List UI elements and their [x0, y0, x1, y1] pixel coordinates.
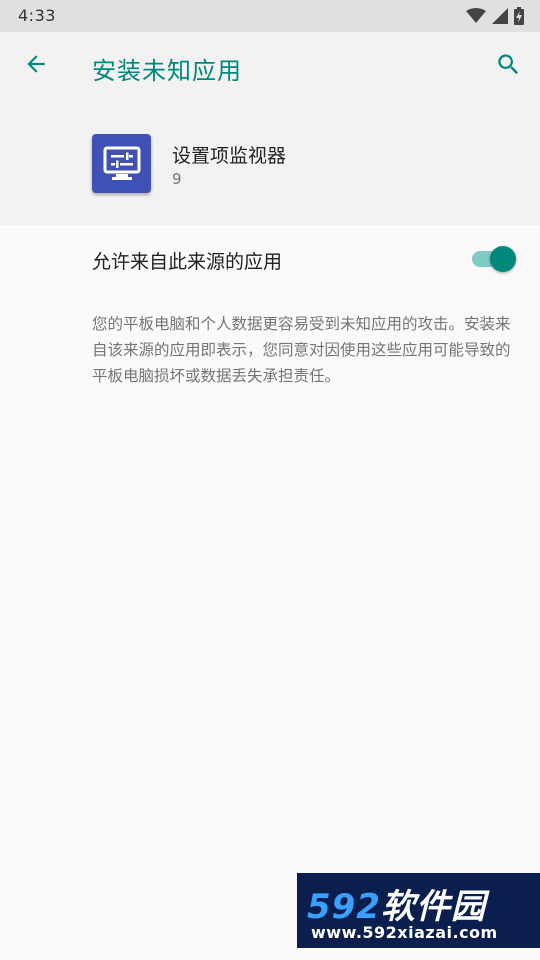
app-version: 9 [172, 170, 182, 188]
app-header: 设置项监视器 9 [0, 104, 540, 225]
toggle-thumb [490, 246, 516, 272]
back-button[interactable] [14, 44, 58, 88]
allow-unknown-sources-row[interactable]: 允许来自此来源的应用 [0, 225, 540, 295]
arrow-left-icon [23, 51, 49, 81]
search-button[interactable] [486, 44, 530, 88]
watermark-brand: 592软件园 [307, 879, 486, 928]
app-bar: 安装未知应用 [0, 32, 540, 104]
app-name: 设置项监视器 [172, 145, 287, 167]
wifi-icon [466, 8, 486, 24]
allow-unknown-sources-label: 允许来自此来源的应用 [92, 251, 283, 273]
search-icon [495, 51, 522, 82]
warning-summary: 您的平板电脑和个人数据更容易受到未知应用的攻击。安装来自该来源的应用即表示，您同… [92, 315, 511, 385]
allow-unknown-sources-toggle[interactable] [470, 245, 518, 273]
watermark-logo: 592软件园 www.592xiazai.com [297, 873, 540, 948]
status-bar: 4:33 [0, 0, 540, 32]
status-icons [466, 6, 524, 26]
signal-icon [492, 8, 508, 24]
page-title: 安装未知应用 [92, 57, 242, 85]
watermark-number: 592 [307, 887, 381, 927]
monitor-settings-icon [92, 134, 151, 193]
status-time: 4:33 [18, 6, 56, 25]
watermark-url: www.592xiazai.com [311, 923, 498, 942]
battery-charging-icon [514, 7, 524, 25]
watermark-brand-text: 软件园 [380, 887, 486, 927]
